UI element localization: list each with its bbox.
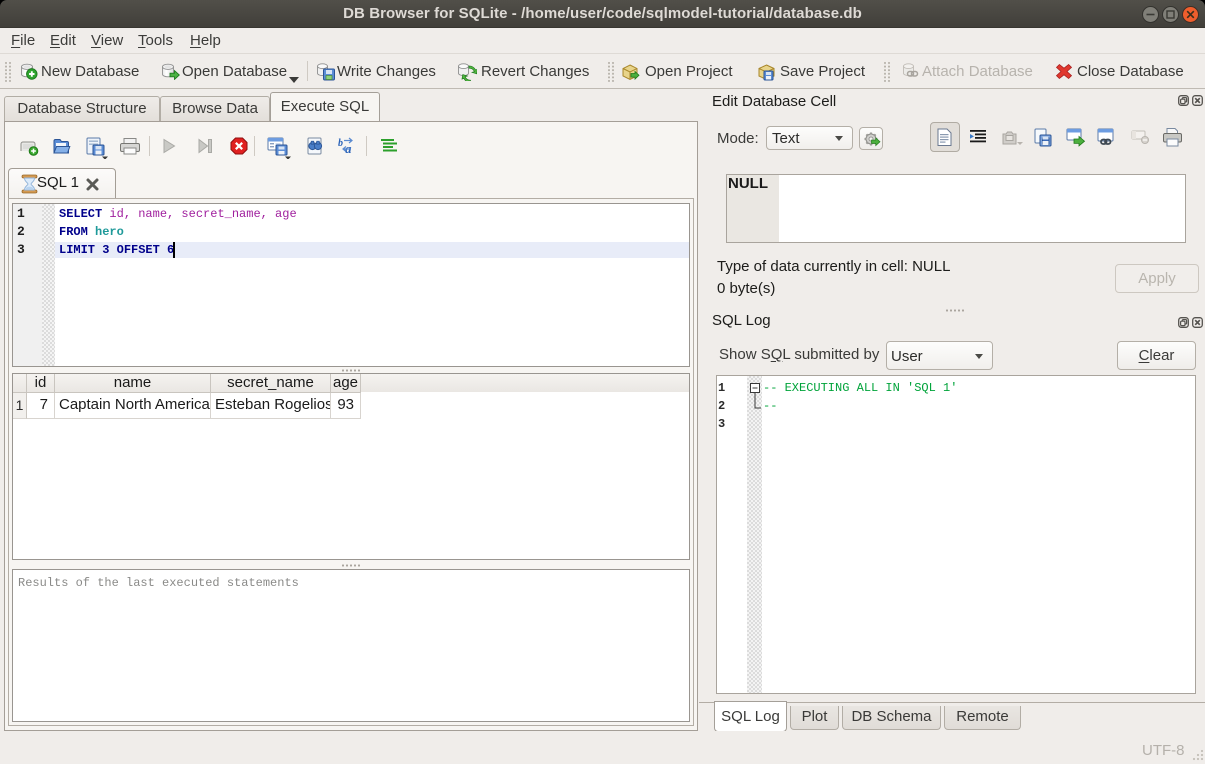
svg-text:b: b [338,138,343,149]
